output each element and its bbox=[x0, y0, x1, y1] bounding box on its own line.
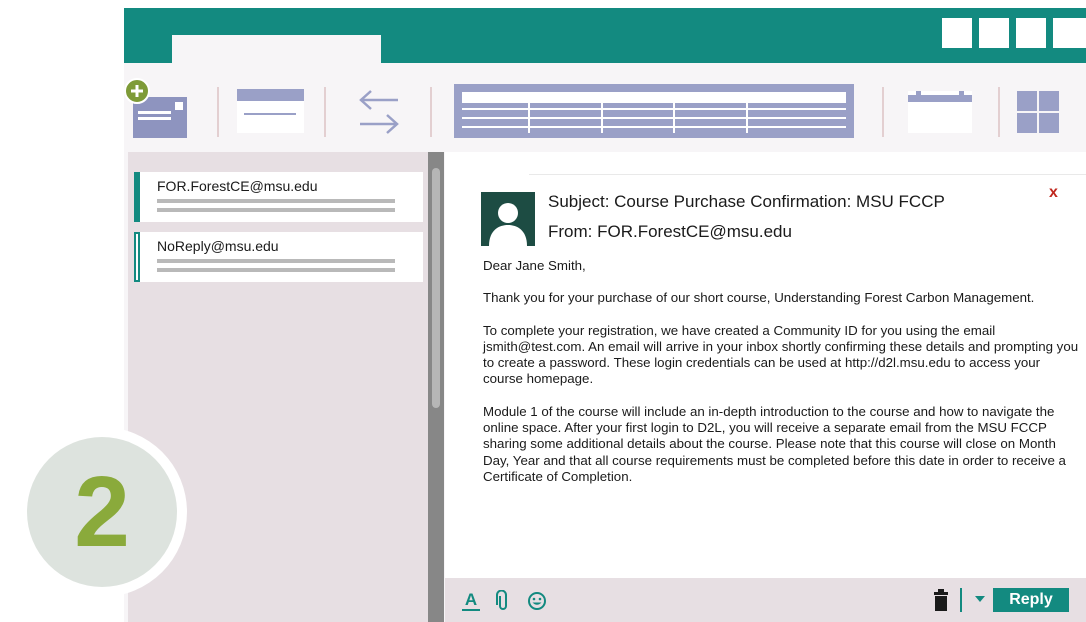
reply-separator bbox=[960, 588, 962, 612]
reply-button[interactable]: Reply bbox=[993, 588, 1069, 612]
body-paragraph: Thank you for your purchase of our short… bbox=[483, 290, 1035, 306]
selected-indicator bbox=[134, 172, 140, 222]
reading-pane: Subject: Course Purchase Confirmation: M… bbox=[445, 152, 1086, 622]
step-number: 2 bbox=[74, 456, 130, 568]
sender-avatar bbox=[481, 192, 535, 246]
message-from: From: FOR.ForestCE@msu.edu bbox=[548, 222, 792, 241]
title-bar bbox=[124, 8, 1086, 63]
sender-name: FOR.ForestCE@msu.edu bbox=[157, 178, 318, 194]
message-body: Dear Jane Smith, Thank you for your purc… bbox=[483, 258, 1079, 501]
reply-toolbar: A Reply bbox=[445, 578, 1086, 622]
message-view-icon[interactable] bbox=[234, 87, 308, 135]
avatar-person-icon bbox=[489, 203, 527, 246]
text-format-icon[interactable]: A bbox=[461, 590, 481, 612]
toolbar-separator bbox=[998, 87, 1000, 137]
new-message-icon[interactable] bbox=[124, 77, 218, 147]
maximize-button[interactable] bbox=[979, 18, 1009, 48]
minimize-button[interactable] bbox=[942, 18, 972, 48]
format-letter: A bbox=[465, 590, 477, 609]
toolbar-separator bbox=[217, 87, 219, 137]
preview-line bbox=[157, 199, 395, 203]
toolbar-separator bbox=[324, 87, 326, 137]
body-paragraph: To complete your registration, we have c… bbox=[483, 322, 1079, 387]
unselected-indicator bbox=[134, 232, 140, 282]
reading-pane-divider bbox=[529, 174, 1086, 175]
search-lines-icon[interactable] bbox=[454, 84, 854, 138]
list-item[interactable]: NoReply@msu.edu bbox=[134, 232, 423, 282]
grid-view-icon[interactable] bbox=[1017, 91, 1061, 135]
body-paragraph: Dear Jane Smith, bbox=[483, 258, 586, 273]
preview-line bbox=[157, 259, 395, 263]
message-subject: Subject: Course Purchase Confirmation: M… bbox=[548, 192, 945, 211]
attachment-icon[interactable] bbox=[495, 590, 511, 612]
list-item[interactable]: FOR.ForestCE@msu.edu bbox=[134, 172, 423, 222]
active-tab[interactable] bbox=[172, 35, 381, 63]
close-message-button[interactable]: x bbox=[1049, 184, 1058, 202]
emoji-icon[interactable] bbox=[527, 591, 547, 611]
scrollbar-thumb[interactable] bbox=[432, 168, 440, 408]
preview-line bbox=[157, 268, 395, 272]
calendar-icon[interactable] bbox=[906, 89, 976, 135]
dropdown-arrow-icon[interactable] bbox=[975, 596, 985, 604]
close-window-button[interactable] bbox=[1053, 18, 1086, 48]
toolbar-separator bbox=[882, 87, 884, 137]
trash-icon[interactable] bbox=[934, 589, 948, 611]
toolbar-separator bbox=[430, 87, 432, 137]
body-paragraph: Module 1 of the course will include an i… bbox=[483, 403, 1066, 484]
restore-button[interactable] bbox=[1016, 18, 1046, 48]
swap-arrows-icon[interactable] bbox=[354, 87, 404, 137]
toolbar bbox=[124, 63, 1086, 159]
preview-line bbox=[157, 208, 395, 212]
sender-name: NoReply@msu.edu bbox=[157, 238, 279, 254]
